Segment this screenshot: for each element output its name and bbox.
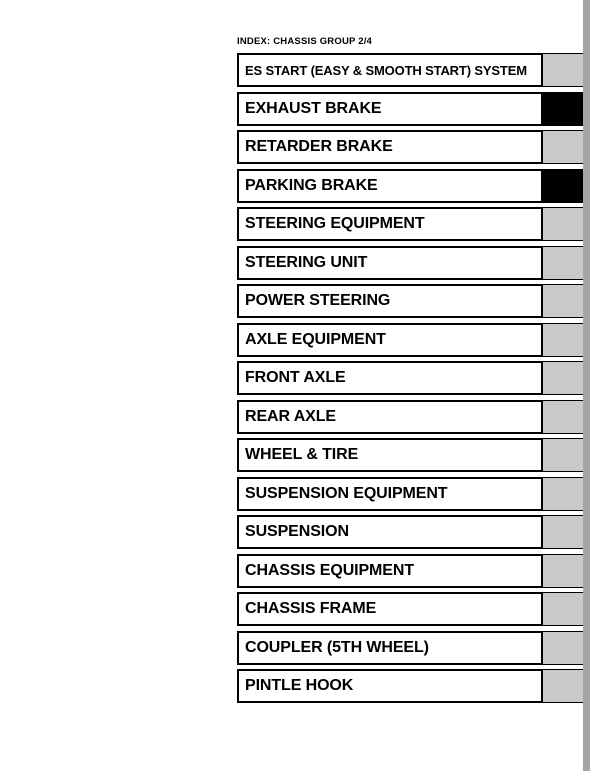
document-page: INDEX: CHASSIS GROUP 2/4 ES START (EASY …	[0, 0, 590, 771]
index-row-swatch-gray	[543, 553, 583, 588]
index-row-label: RETARDER BRAKE	[245, 138, 393, 155]
index-row-label-box[interactable]: COUPLER (5TH WHEEL)	[237, 630, 543, 665]
index-row-swatch-gray	[543, 669, 583, 703]
index-row-label-box[interactable]: STEERING UNIT	[237, 245, 543, 280]
index-row[interactable]: POWER STEERING	[237, 284, 583, 318]
index-row[interactable]: CHASSIS EQUIPMENT	[237, 553, 583, 588]
index-row-swatch-gray	[543, 630, 583, 665]
index-row-label: SUSPENSION EQUIPMENT	[245, 484, 448, 502]
index-row-label: STEERING UNIT	[245, 253, 368, 271]
index-row-swatch-gray	[543, 592, 583, 626]
index-row[interactable]: AXLE EQUIPMENT	[237, 322, 583, 357]
index-row-swatch-gray	[543, 207, 583, 241]
index-row-label-box[interactable]: CHASSIS EQUIPMENT	[237, 553, 543, 588]
index-row-swatch-gray	[543, 284, 583, 318]
index-row-label: ES START (EASY & SMOOTH START) SYSTEM	[245, 62, 527, 78]
index-row-swatch-gray	[543, 438, 583, 472]
index-row-swatch-gray	[543, 361, 583, 395]
index-row[interactable]: RETARDER BRAKE	[237, 130, 583, 164]
index-row-label-box[interactable]: AXLE EQUIPMENT	[237, 322, 543, 357]
index-row-label: REAR AXLE	[245, 407, 336, 425]
index-row-label: CHASSIS EQUIPMENT	[245, 561, 414, 579]
index-row-label: STEERING EQUIPMENT	[245, 215, 425, 232]
index-row-label-box[interactable]: STEERING EQUIPMENT	[237, 207, 543, 241]
index-row-label-box[interactable]: FRONT AXLE	[237, 361, 543, 395]
index-row[interactable]: SUSPENSION	[237, 515, 583, 549]
index-row-swatch-black	[543, 168, 583, 203]
index-row-swatch-gray	[543, 245, 583, 280]
index-row-label-box[interactable]: EXHAUST BRAKE	[237, 91, 543, 126]
index-row-label-box[interactable]: WHEEL & TIRE	[237, 438, 543, 472]
index-row-label-box[interactable]: PARKING BRAKE	[237, 168, 543, 203]
index-row[interactable]: EXHAUST BRAKE	[237, 91, 583, 126]
index-row-label: PARKING BRAKE	[245, 176, 378, 194]
index-row[interactable]: STEERING UNIT	[237, 245, 583, 280]
index-row-label-box[interactable]: REAR AXLE	[237, 399, 543, 434]
index-row[interactable]: CHASSIS FRAME	[237, 592, 583, 626]
index-row-label-box[interactable]: POWER STEERING	[237, 284, 543, 318]
index-row-label: CHASSIS FRAME	[245, 600, 377, 617]
index-row-label-box[interactable]: ES START (EASY & SMOOTH START) SYSTEM	[237, 53, 543, 87]
index-row[interactable]: WHEEL & TIRE	[237, 438, 583, 472]
index-row-label: FRONT AXLE	[245, 369, 346, 386]
index-row[interactable]: PINTLE HOOK	[237, 669, 583, 703]
index-row-label: AXLE EQUIPMENT	[245, 330, 386, 348]
index-row[interactable]: ES START (EASY & SMOOTH START) SYSTEM	[237, 53, 583, 87]
page-title: INDEX: CHASSIS GROUP 2/4	[237, 36, 373, 47]
index-row-label: WHEEL & TIRE	[245, 446, 359, 463]
index-row-label: POWER STEERING	[245, 292, 391, 309]
index-row-label-box[interactable]: SUSPENSION EQUIPMENT	[237, 476, 543, 511]
index-row-label: COUPLER (5TH WHEEL)	[245, 638, 429, 656]
index-row-swatch-black	[543, 91, 583, 126]
index-row-label-box[interactable]: CHASSIS FRAME	[237, 592, 543, 626]
index-row-label: PINTLE HOOK	[245, 677, 354, 694]
index-row-swatch-gray	[543, 322, 583, 357]
page-edge-strip	[583, 0, 590, 771]
index-row-label-box[interactable]: PINTLE HOOK	[237, 669, 543, 703]
chassis-group-index-list: ES START (EASY & SMOOTH START) SYSTEM EXH…	[237, 53, 583, 708]
index-row[interactable]: COUPLER (5TH WHEEL)	[237, 630, 583, 665]
index-row-swatch-gray	[543, 130, 583, 164]
index-row-label-box[interactable]: RETARDER BRAKE	[237, 130, 543, 164]
index-row-label: EXHAUST BRAKE	[245, 99, 382, 117]
index-row[interactable]: STEERING EQUIPMENT	[237, 207, 583, 241]
index-row-label-box[interactable]: SUSPENSION	[237, 515, 543, 549]
index-row-swatch-gray	[543, 515, 583, 549]
index-row[interactable]: REAR AXLE	[237, 399, 583, 434]
index-row[interactable]: FRONT AXLE	[237, 361, 583, 395]
index-row-swatch-gray	[543, 476, 583, 511]
index-row[interactable]: SUSPENSION EQUIPMENT	[237, 476, 583, 511]
index-row-swatch-gray	[543, 399, 583, 434]
index-row[interactable]: PARKING BRAKE	[237, 168, 583, 203]
index-row-swatch-gray	[543, 53, 583, 87]
index-row-label: SUSPENSION	[245, 523, 349, 540]
